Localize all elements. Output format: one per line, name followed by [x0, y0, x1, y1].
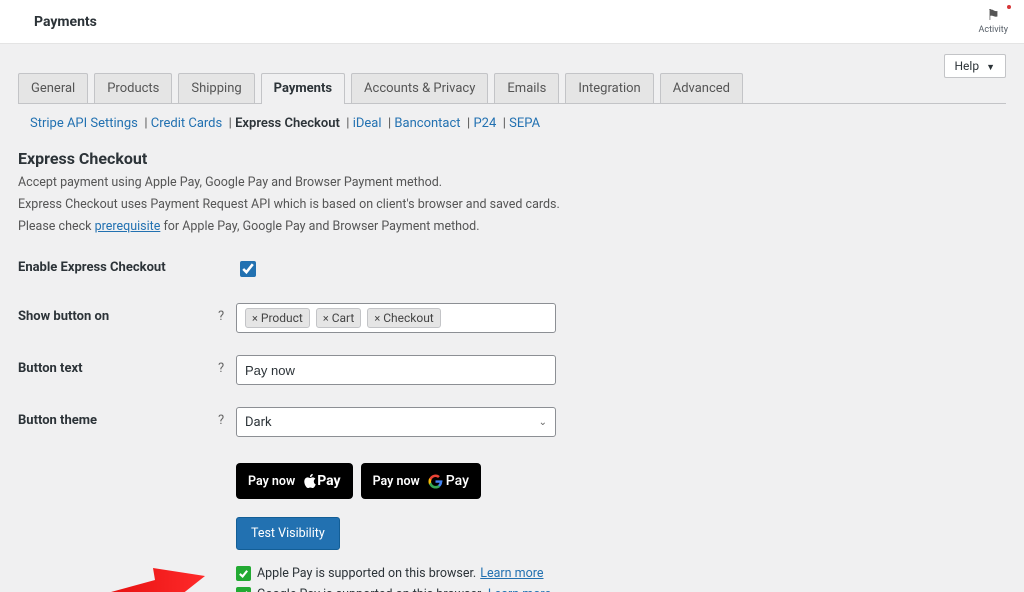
tab-products[interactable]: Products — [94, 73, 172, 103]
apple-pay-supported-line: Apple Pay is supported on this browser. … — [236, 566, 1006, 581]
tab-integration[interactable]: Integration — [565, 73, 653, 103]
google-logo-icon: Pay — [428, 473, 469, 489]
help-icon[interactable]: ? — [218, 303, 236, 324]
close-icon: × — [252, 312, 258, 325]
apple-pay-preview-button[interactable]: Pay now Pay — [236, 463, 353, 499]
sublink-express-checkout[interactable]: Express Checkout — [235, 116, 340, 131]
check-icon — [236, 587, 251, 592]
sublink-sepa[interactable]: SEPA — [509, 116, 540, 131]
close-icon: × — [323, 312, 329, 325]
tab-general[interactable]: General — [18, 73, 88, 103]
help-tab[interactable]: Help ▼ — [944, 54, 1007, 78]
tag-checkout[interactable]: ×Checkout — [367, 308, 440, 328]
show-on-multiselect[interactable]: ×Product ×Cart ×Checkout — [236, 303, 556, 333]
sublink-ideal[interactable]: iDeal — [353, 116, 382, 131]
tab-accounts-privacy[interactable]: Accounts & Privacy — [351, 73, 488, 103]
show-on-label: Show button on — [18, 303, 218, 324]
button-theme-select[interactable]: Dark ⌄ — [236, 407, 556, 437]
settings-form: Enable Express Checkout Show button on ?… — [18, 254, 1006, 437]
activity-button[interactable]: ⚑ Activity — [979, 7, 1008, 35]
settings-sublinks: Stripe API Settings | Credit Cards | Exp… — [18, 104, 1006, 135]
button-text-input[interactable] — [236, 355, 556, 385]
sublink-p24[interactable]: P24 — [473, 116, 496, 131]
express-checkout-section: Express Checkout Accept payment using Ap… — [18, 135, 1006, 592]
flag-icon: ⚑ — [979, 7, 1008, 24]
button-text-label: Button text — [18, 355, 218, 376]
app-header: Payments ⚑ Activity — [0, 0, 1024, 44]
tag-cart[interactable]: ×Cart — [316, 308, 362, 328]
prerequisite-link[interactable]: prerequisite — [95, 219, 161, 234]
settings-panel: Help ▼ General Products Shipping Payment… — [0, 44, 1024, 592]
section-desc-line2: Express Checkout uses Payment Request AP… — [18, 196, 1006, 214]
apple-learn-more-link[interactable]: Learn more — [480, 566, 543, 581]
tab-emails[interactable]: Emails — [494, 73, 559, 103]
sublink-stripe-api-settings[interactable]: Stripe API Settings — [30, 116, 138, 131]
google-pay-preview-button[interactable]: Pay now Pay — [361, 463, 481, 499]
sublink-bancontact[interactable]: Bancontact — [394, 116, 460, 131]
chevron-down-icon: ▼ — [986, 63, 995, 73]
tag-product[interactable]: ×Product — [245, 308, 310, 328]
close-icon: × — [374, 312, 380, 325]
settings-tabs: General Products Shipping Payments Accou… — [18, 44, 1006, 104]
enable-express-checkbox[interactable] — [240, 261, 256, 277]
preview-block: Pay now Pay Pay now — [236, 463, 1006, 592]
google-pay-supported-line: Google Pay is supported on this browser.… — [236, 587, 1006, 592]
check-icon — [236, 566, 251, 581]
button-theme-label: Button theme — [18, 407, 218, 428]
apple-logo-icon: Pay — [303, 473, 340, 489]
section-desc-line1: Accept payment using Apple Pay, Google P… — [18, 174, 1006, 192]
tab-shipping[interactable]: Shipping — [178, 73, 254, 103]
section-desc-line3: Please check prerequisite for Apple Pay,… — [18, 218, 1006, 236]
sublink-credit-cards[interactable]: Credit Cards — [151, 116, 222, 131]
section-title: Express Checkout — [18, 149, 1006, 168]
breadcrumb: Payments — [34, 14, 97, 30]
help-icon[interactable]: ? — [218, 355, 236, 376]
help-placeholder — [218, 254, 236, 260]
google-learn-more-link[interactable]: Learn more — [488, 587, 551, 592]
tab-advanced[interactable]: Advanced — [660, 73, 743, 103]
test-visibility-button[interactable]: Test Visibility — [236, 517, 340, 550]
tab-payments[interactable]: Payments — [261, 73, 345, 104]
preview-buttons: Pay now Pay Pay now — [236, 463, 1006, 499]
chevron-down-icon: ⌄ — [539, 417, 547, 428]
enable-label: Enable Express Checkout — [18, 254, 218, 275]
help-icon[interactable]: ? — [218, 407, 236, 428]
